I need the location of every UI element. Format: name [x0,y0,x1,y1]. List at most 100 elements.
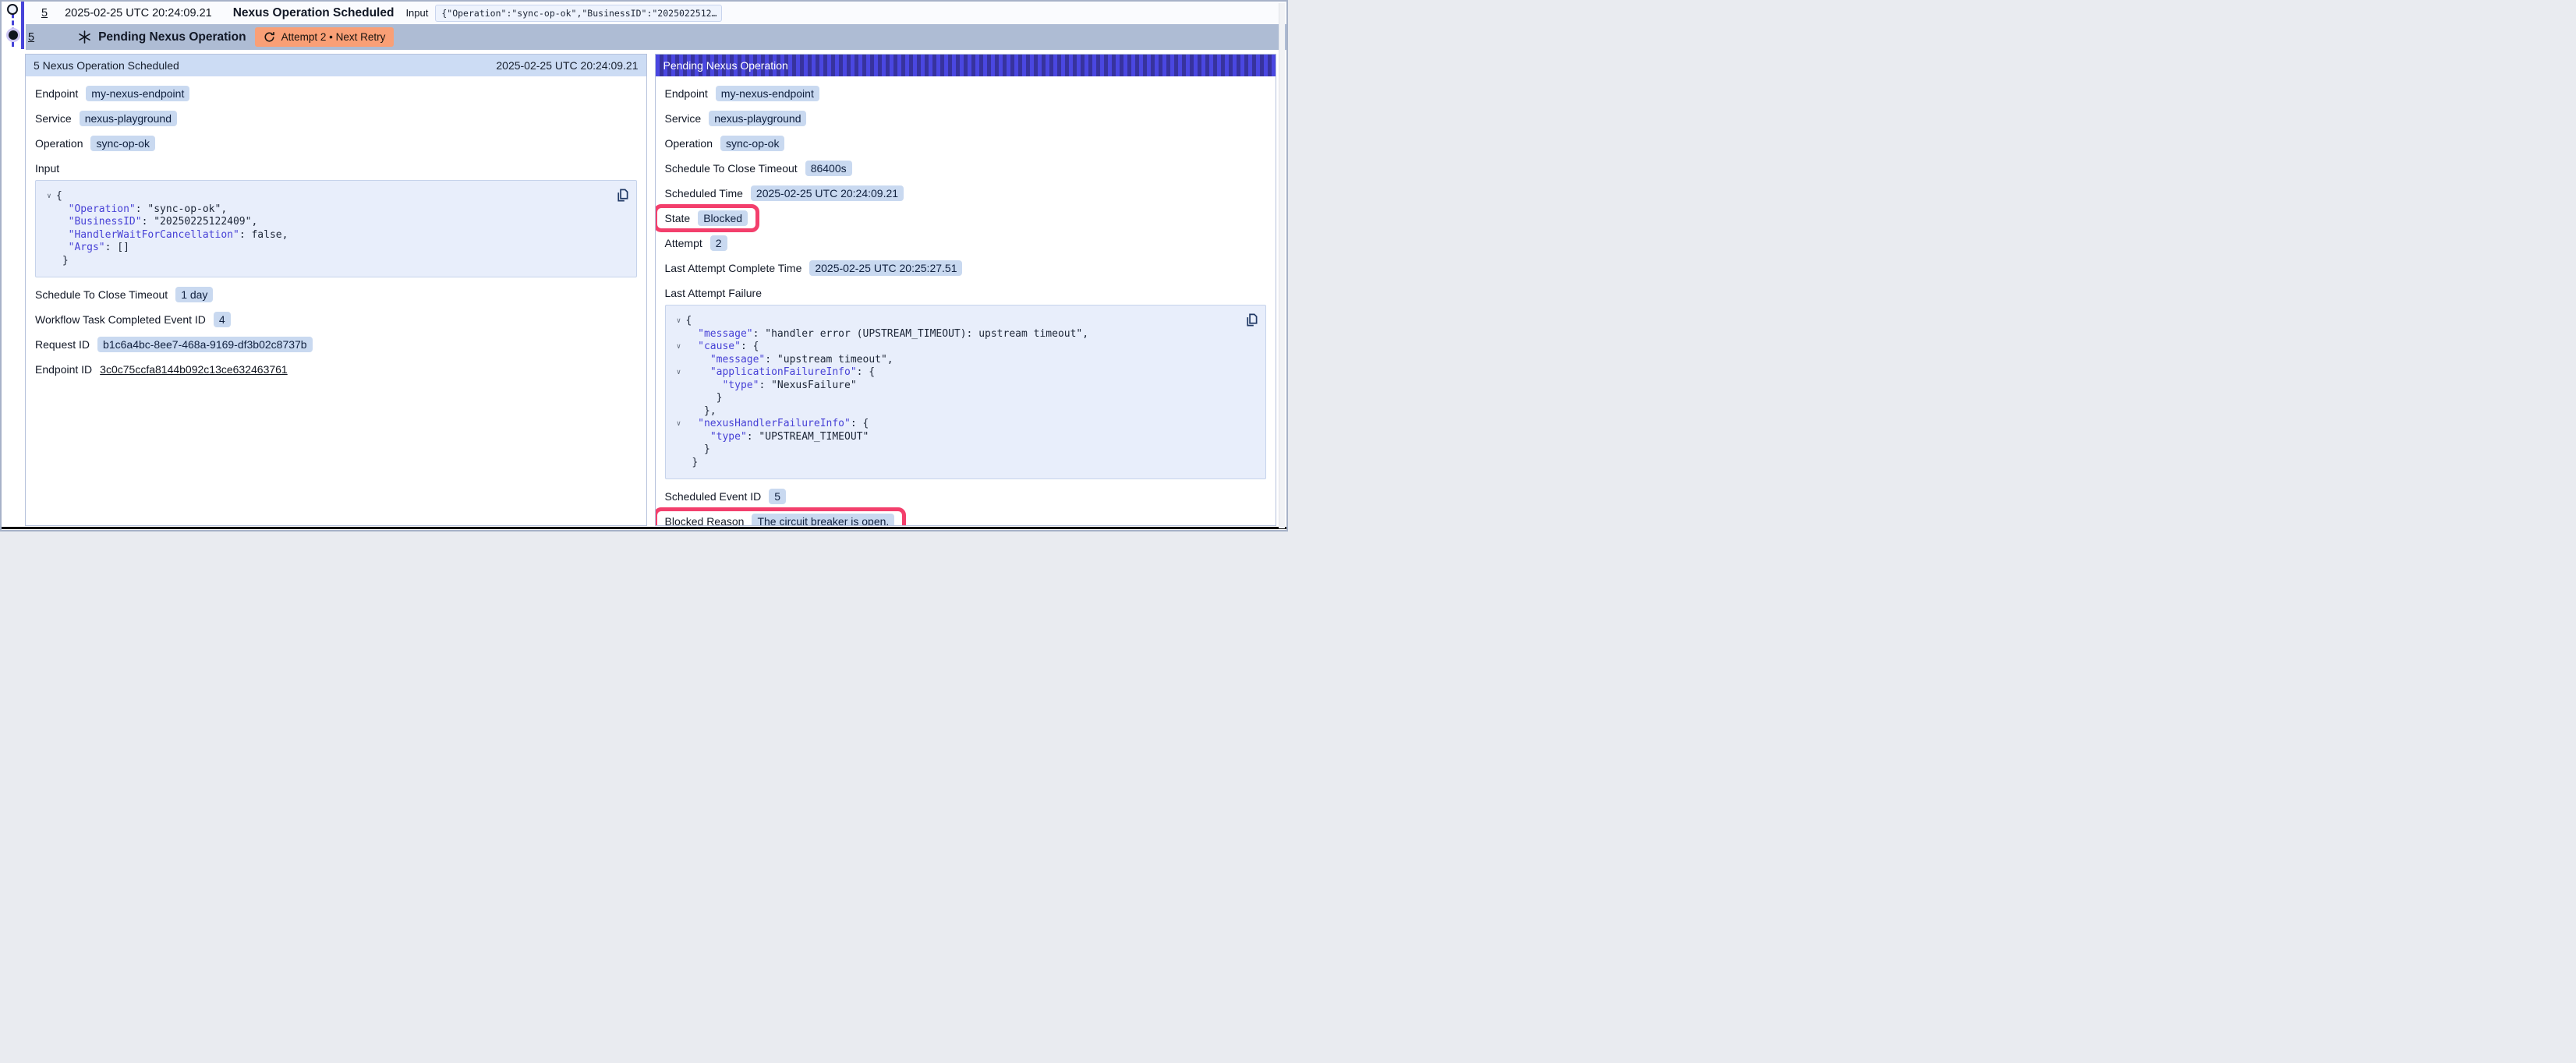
json-text: : [] [105,242,129,255]
json-text [56,203,69,217]
collapse-chevron-icon[interactable]: ∨ [42,190,56,203]
json-text: : "20250225122409", [142,216,258,229]
json-line: } [42,255,610,268]
json-line: ∨ "cause": { [672,341,1240,354]
field-label: Blocked Reason [665,515,745,525]
field-state: StateBlocked [665,204,1267,232]
field-label: Endpoint [35,87,78,100]
field-label: Endpoint [665,87,708,100]
json-line: "message": "handler error (UPSTREAM_TIME… [672,328,1240,341]
field-value-badge: 5 [769,489,786,504]
json-text: : "sync-op-ok", [136,203,227,217]
nexus-operation-scheduled-panel: 5 Nexus Operation Scheduled 2025-02-25 U… [25,54,647,526]
last-attempt-failure-label: Last Attempt Failure [665,287,1267,299]
json-text [686,431,710,444]
field-endpoint-id: Endpoint ID 3c0c75ccfa8144b092c13ce632463… [35,362,637,377]
collapse-chevron-icon[interactable]: ∨ [672,315,686,328]
scrollbar-track[interactable] [1279,3,1285,528]
event-id-link[interactable]: 5 [41,7,48,19]
field-workflow-task-completed-event-id: Workflow Task Completed Event ID 4 [35,312,637,327]
field-schedule-to-close-timeout: Schedule To Close Timeout1 day [35,287,637,302]
event-id-link[interactable]: 5 [28,31,34,44]
retry-attempt-badge: Attempt 2 • Next Retry [255,27,395,47]
left-panel-header: 5 Nexus Operation Scheduled 2025-02-25 U… [26,55,646,76]
json-key: "type" [722,380,759,393]
left-panel-title: 5 Nexus Operation Scheduled [34,59,179,72]
json-text: : { [857,366,875,380]
collapse-chevron-icon[interactable]: ∨ [672,418,686,431]
json-text: } [686,457,699,470]
field-value-badge: 86400s [805,161,852,176]
json-line: ∨{ [42,190,610,203]
field-last-attempt-complete-time: Last Attempt Complete Time2025-02-25 UTC… [665,260,1267,276]
retry-badge-label: Attempt 2 • Next Retry [281,31,386,43]
field-label: Last Attempt Complete Time [665,262,802,274]
json-text: { [56,190,62,203]
json-text [686,380,723,393]
pink-annotation-box: StateBlocked [656,204,760,232]
json-text: } [56,255,69,268]
bottom-divider [2,527,1286,529]
json-key: "Args" [69,242,105,255]
field-label: Attempt [665,237,702,249]
history-row-pending-nexus-operation[interactable]: 5 Pending Nexus Operation Attempt 2 • Ne… [26,24,1286,50]
field-value-badge: 2025-02-25 UTC 20:24:09.21 [751,185,904,201]
field-label: Workflow Task Completed Event ID [35,313,206,326]
workflow-event-history-screen: 5 2025-02-25 UTC 20:24:09.21 Nexus Opera… [0,0,1288,532]
copy-icon[interactable] [1244,313,1258,327]
code-gutter [42,242,56,255]
field-value-badge: nexus-playground [80,111,177,126]
field-value-badge: 2 [710,235,727,251]
json-text [686,418,699,431]
code-gutter [672,380,686,393]
json-text [56,216,69,229]
json-line: ∨ "applicationFailureInfo": { [672,366,1240,380]
field-value-badge: nexus-playground [709,111,806,126]
code-gutter [672,354,686,367]
json-text: : "handler error (UPSTREAM_TIMEOUT): ups… [753,328,1088,341]
json-key: "nexusHandlerFailureInfo" [698,418,851,431]
code-gutter [42,216,56,229]
json-key: "message" [710,354,765,367]
collapse-chevron-icon[interactable]: ∨ [672,341,686,354]
json-line: "Operation": "sync-op-ok", [42,203,610,217]
left-panel-timestamp: 2025-02-25 UTC 20:24:09.21 [496,59,638,72]
code-gutter [672,443,686,457]
right-panel-title: Pending Nexus Operation [663,59,788,72]
history-row-nexus-operation-scheduled[interactable]: 5 2025-02-25 UTC 20:24:09.21 Nexus Opera… [26,2,1286,24]
field-label: Endpoint ID [35,363,92,376]
json-line: "type": "NexusFailure" [672,380,1240,393]
copy-icon[interactable] [614,188,629,203]
field-value-link[interactable]: 3c0c75ccfa8144b092c13ce632463761 [100,363,288,376]
field-endpoint: Endpointmy-nexus-endpoint [665,86,1267,101]
code-gutter [672,457,686,470]
field-label: Scheduled Time [665,187,743,200]
json-line: "Args": [] [42,242,610,255]
code-gutter [42,203,56,217]
right-panel-body: Endpointmy-nexus-endpoint Service nexus-pl… [656,76,1276,525]
json-line: }, [672,405,1240,418]
field-value-badge: b1c6a4bc-8ee7-468a-9169-df3b02c8737b [97,337,313,352]
field-attempt: Attempt 2 [665,235,1267,251]
field-service: Servicenexus-playground [35,111,637,126]
json-text: : { [741,341,759,354]
field-value-badge: The circuit breaker is open. [752,514,894,525]
event-input-preview[interactable]: {"Operation":"sync-op-ok","BusinessID":"… [435,5,722,22]
json-key: "applicationFailureInfo" [710,366,857,380]
field-blocked-reason: Blocked Reason The circuit breaker is ope… [665,507,1267,525]
json-text: : "upstream timeout", [765,354,893,367]
field-operation: Operationsync-op-ok [35,136,637,151]
field-label: Service [665,112,702,125]
json-line: "BusinessID": "20250225122409", [42,216,610,229]
field-label: Request ID [35,338,90,351]
pending-nexus-operation-panel: Pending Nexus Operation Endpointmy-nexus… [655,54,1277,526]
field-label: Operation [35,137,83,150]
json-text [686,354,710,367]
field-value-badge: sync-op-ok [720,136,784,151]
field-request-id: Request ID b1c6a4bc-8ee7-468a-9169-df3b02… [35,337,637,352]
json-text: : "NexusFailure" [759,380,856,393]
code-gutter [42,255,56,268]
field-schedule-to-close-timeout: Schedule To Close Timeout86400s [665,161,1267,176]
collapse-chevron-icon[interactable]: ∨ [672,366,686,380]
field-value-badge: 4 [214,312,231,327]
